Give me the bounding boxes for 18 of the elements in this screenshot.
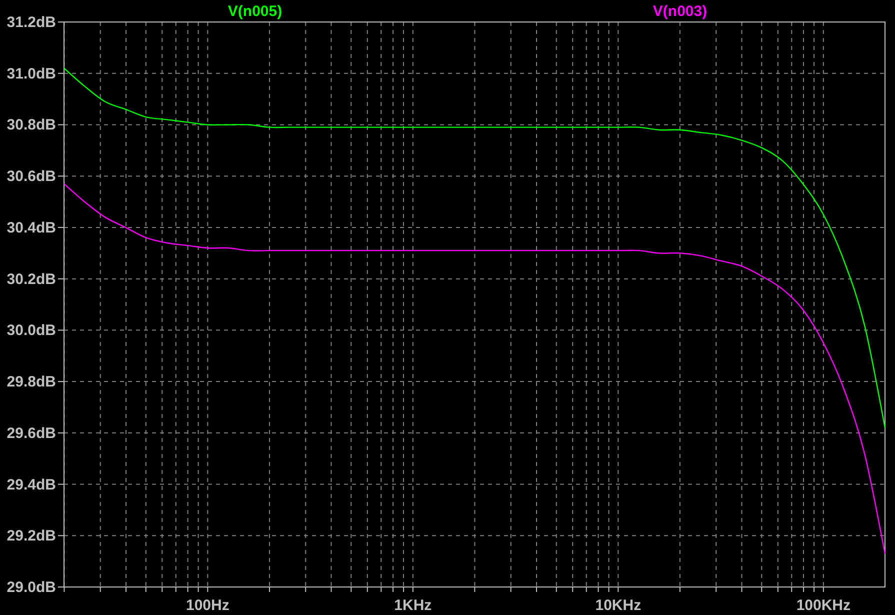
tick-label: 30.8dB	[6, 116, 56, 134]
tick-label: 29.8dB	[6, 374, 56, 391]
tick-label: 30.0dB	[6, 322, 56, 340]
tick-label: 29.6dB	[6, 424, 56, 442]
tick-label: 100Hz	[186, 597, 230, 614]
tick-label: 100KHz	[796, 597, 851, 614]
legend-label: V(n003)	[652, 3, 708, 20]
tick-label: 30.4dB	[6, 219, 56, 236]
legend-label: V(n005)	[228, 3, 282, 20]
tick-label: 31.0dB	[6, 65, 56, 82]
tick-label: 30.2dB	[6, 270, 56, 288]
tick-label: 1KHz	[394, 597, 432, 614]
tick-label: 30.6dB	[6, 168, 56, 186]
tick-label: 31.2dB	[6, 14, 56, 31]
tick-label: 29.0dB	[6, 579, 56, 596]
tick-label: 29.4dB	[6, 476, 56, 494]
tick-label: 29.2dB	[6, 528, 56, 545]
tick-label: 10KHz	[595, 597, 642, 614]
